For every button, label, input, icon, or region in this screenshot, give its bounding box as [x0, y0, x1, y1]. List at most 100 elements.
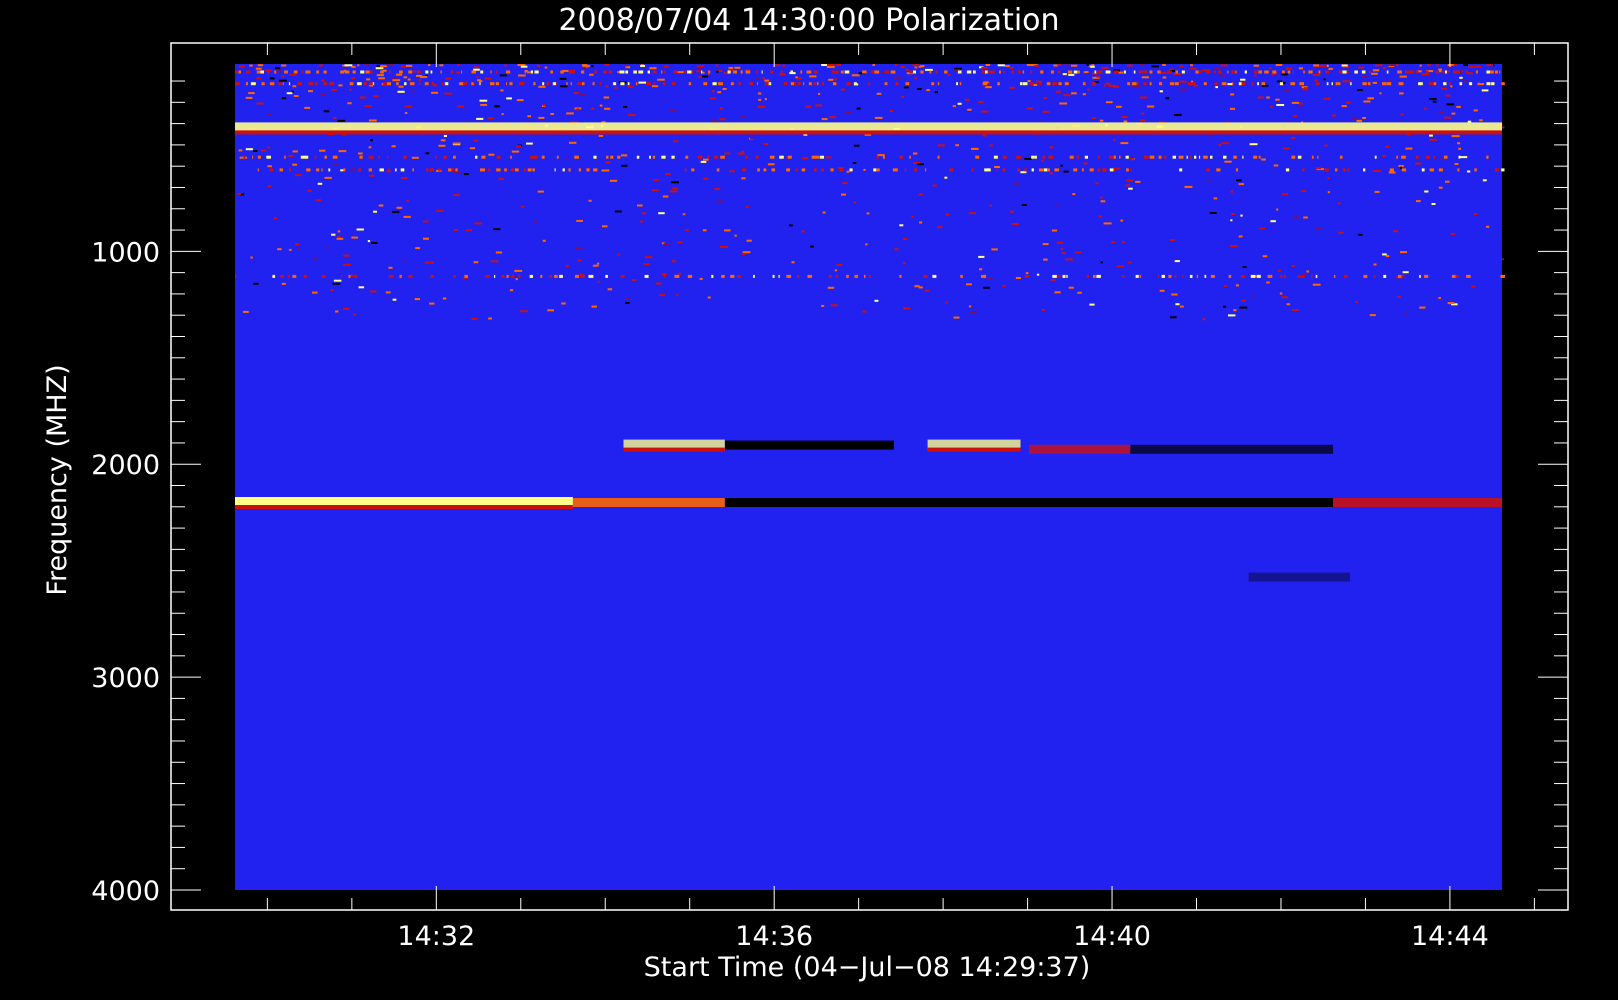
band-segment	[365, 70, 371, 74]
noise-speck	[1279, 292, 1283, 295]
band-segment	[997, 82, 1000, 86]
noise-speck	[894, 64, 898, 66]
band-segment	[1416, 155, 1419, 159]
noise-speck	[479, 99, 488, 102]
band-segment	[755, 155, 759, 159]
band-segment	[1130, 168, 1132, 172]
band-segment	[575, 274, 579, 278]
noise-speck	[1002, 284, 1006, 287]
noise-speck	[1355, 301, 1358, 304]
band-segment	[935, 70, 938, 74]
noise-speck	[657, 78, 665, 81]
band-segment	[1398, 82, 1404, 86]
band-segment	[280, 274, 284, 278]
band-segment	[620, 82, 625, 86]
band-segment	[506, 70, 511, 74]
band-segment	[1397, 274, 1402, 278]
noise-speck	[827, 286, 835, 289]
noise-speck	[719, 246, 728, 248]
noise-speck	[469, 147, 476, 150]
band-segment	[444, 82, 449, 86]
noise-speck	[893, 76, 901, 79]
noise-speck	[1467, 72, 1473, 75]
band-segment	[1050, 70, 1054, 74]
noise-speck	[396, 206, 403, 209]
band-segment	[1076, 155, 1079, 159]
noise-speck	[1086, 64, 1089, 66]
noise-speck	[676, 293, 679, 296]
band-segment	[1350, 82, 1352, 86]
band-segment	[416, 70, 421, 74]
noise-speck	[1202, 318, 1206, 321]
band-segment	[730, 274, 735, 278]
noise-speck	[1242, 265, 1247, 268]
band-segment	[506, 82, 507, 86]
noise-speck	[487, 117, 494, 120]
band-segment	[923, 274, 928, 278]
band-segment	[556, 82, 558, 86]
noise-speck	[917, 163, 924, 166]
band-segment	[813, 70, 818, 74]
noise-speck	[685, 229, 689, 232]
band-segment	[1179, 168, 1183, 172]
noise-speck	[598, 134, 604, 137]
noise-speck	[1400, 113, 1404, 116]
noise-speck	[788, 224, 793, 227]
band-segment	[282, 82, 284, 86]
noise-speck	[1033, 84, 1038, 86]
band-segment	[1109, 168, 1114, 172]
noise-speck	[1087, 88, 1090, 91]
band-segment	[1102, 168, 1107, 172]
noise-speck	[349, 88, 352, 91]
band-segment	[764, 82, 769, 86]
noise-speck	[514, 269, 523, 272]
noise-speck	[1159, 90, 1163, 93]
noise-speck	[740, 150, 744, 153]
band-segment	[794, 82, 797, 86]
band-segment	[396, 82, 399, 86]
noise-speck	[1283, 147, 1290, 150]
noise-speck	[1008, 86, 1015, 89]
noise-speck	[1275, 98, 1280, 101]
band-segment	[1419, 274, 1421, 278]
noise-speck	[1083, 71, 1089, 74]
band-segment	[1143, 82, 1147, 86]
noise-speck	[320, 93, 325, 96]
noise-speck	[1281, 296, 1288, 299]
noise-speck	[722, 88, 727, 90]
noise-speck	[1100, 196, 1103, 199]
noise-speck	[332, 282, 341, 285]
noise-speck	[1463, 80, 1468, 83]
band-segment	[638, 70, 644, 74]
band-segment	[1052, 82, 1057, 86]
noise-speck	[953, 316, 960, 319]
noise-speck	[286, 92, 293, 95]
band-segment	[960, 274, 963, 278]
noise-speck	[724, 229, 731, 232]
noise-speck	[1315, 228, 1322, 231]
band-segment	[1093, 274, 1096, 278]
band-segment	[349, 82, 354, 86]
noise-speck	[703, 158, 709, 161]
noise-speck	[1438, 111, 1444, 113]
noise-speck	[1042, 243, 1049, 246]
noise-speck	[256, 102, 264, 105]
band-segment	[495, 82, 499, 86]
y-tick-label: 2000	[91, 450, 160, 481]
noise-speck	[1099, 119, 1104, 122]
noise-speck	[1077, 291, 1082, 294]
band-segment	[1082, 168, 1084, 172]
noise-speck	[682, 213, 686, 216]
band-segment	[488, 168, 491, 172]
noise-speck	[1337, 202, 1341, 205]
band-segment	[1267, 274, 1273, 278]
noise-speck	[369, 174, 375, 177]
band-segment	[408, 70, 413, 74]
noise-speck	[1213, 197, 1218, 200]
noise-speck	[914, 66, 918, 69]
band-segment	[372, 82, 375, 86]
noise-speck	[978, 101, 984, 104]
noise-speck	[401, 177, 408, 180]
noise-speck	[763, 143, 769, 146]
noise-speck	[678, 272, 681, 275]
